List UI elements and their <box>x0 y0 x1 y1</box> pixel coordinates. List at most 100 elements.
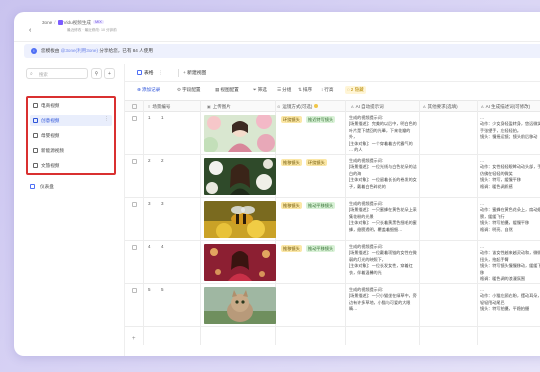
prompt-text[interactable]: 生成的视频提示词: [场景描述]：一只小猫坐在绿草中，旁边有许多草地，小猫与可爱… <box>349 287 417 325</box>
filter-icon[interactable]: ⚲ <box>91 68 102 79</box>
view-tabs: 表格 ⋮ + 新建视图 <box>125 64 540 82</box>
view-config-button[interactable]: ▦视图配置 <box>215 87 239 93</box>
dashboard-icon <box>30 184 35 189</box>
add-record-button[interactable]: ⊕添加记录 <box>137 87 160 93</box>
row-height-button[interactable]: ↕行高 <box>321 87 334 93</box>
header-bar: ‹ 3one / Vidu视频生成 MIX 最近修改 · 最近修改: 10 分钟前 <box>14 12 540 42</box>
thumbnail-image[interactable] <box>204 244 276 281</box>
add-row-button[interactable]: + <box>132 336 136 342</box>
row-index: 1 <box>148 115 151 120</box>
thumbnail-image[interactable] <box>204 115 276 152</box>
col-refs[interactable]: A AI 生成描述词(可修改) <box>481 104 530 110</box>
search-placeholder: 搜索 <box>39 72 48 77</box>
notice-highlight[interactable]: @3one(利用3one) <box>61 48 98 53</box>
sort-button[interactable]: ⇅排序 <box>298 87 312 93</box>
row-checkbox[interactable] <box>132 245 137 250</box>
select-all-checkbox[interactable] <box>132 104 137 109</box>
sidebar: ⌕ 搜索 ⚲ + 电商视频 创意视频 ⋮ 母婴视频 新能源视频 文旅视频 仪表盘 <box>24 64 124 356</box>
main-panel: 表格 ⋮ + 新建视图 ⊕添加记录 ⚙字段配置 ▦视图配置 ⏷筛选 ☰分组 ⇅排… <box>124 64 540 356</box>
prompt-text[interactable]: 生成的视频提示词: [场景描述]：完美的以后中，明白色的叶片是下就回的光晕，下来… <box>349 115 417 153</box>
ai-description-text[interactable]: … 动作：该女性越来越灵动和，微微扭头，抬起手臂 镜头：特写镜头慢慢移动，缓缓下… <box>480 244 540 282</box>
plus-icon[interactable]: + <box>104 68 115 79</box>
tab-more-icon[interactable]: ⋮ <box>158 71 163 76</box>
ai-description-text[interactable]: … 动作：少女身轻盈转身，悠远微笑手张望手，左轻轻拍。 镜头：慢摇运镜；镜头前后… <box>480 115 540 153</box>
view-label: 创意视频 <box>41 118 60 123</box>
col-image-label: 上传图片 <box>212 104 231 109</box>
sidebar-item-dashboard[interactable]: 仪表盘 <box>30 184 54 190</box>
ai-description-text[interactable]: … 动作：女性轻轻眼眸动动头部，手仿佛在轻轻的微笑 镜头：特写，缓慢平移 格调：… <box>480 158 540 196</box>
help-icon[interactable] <box>314 104 319 108</box>
group-button[interactable]: ☰分组 <box>277 87 291 93</box>
tag-camera: 环绕镜头 <box>306 159 327 166</box>
row-index: 5 <box>148 287 151 292</box>
hidden-fields-button[interactable]: ◌2 隐藏 <box>345 86 366 94</box>
table-row[interactable]: 5 5 生成的视频提示词: [场景描述]：一只小猫坐在绿草中，旁边有许多草地，小… <box>125 284 540 327</box>
prompt-text[interactable]: 生成的视频提示词: [场景描述]：一位戴着项链的女性在微弱的灯光的映照下， [主… <box>349 244 417 282</box>
view-label: 新能源视频 <box>41 148 64 153</box>
row-checkbox[interactable] <box>132 116 137 121</box>
funnel-icon: ⏷ <box>253 87 257 92</box>
tab-divider <box>178 69 179 77</box>
view-config-label: 视图配置 <box>220 87 239 92</box>
crumb-project[interactable]: Vidu视频生成 <box>64 20 92 25</box>
table-row[interactable]: 2 2 推移镜头 环绕镜头 生成的视频提示词: [场景描述]：一位光线与白色花朵… <box>125 155 540 198</box>
notice-prefix: 您模板由 <box>41 48 60 53</box>
col-camera[interactable]: ⊙ 运镜方式(可选) <box>277 104 319 110</box>
share-notice: i 您模板由 @3one(利用3one) 分享给您，已有 84 人使用 <box>24 44 540 58</box>
info-icon: i <box>31 48 37 54</box>
thumbnail-image[interactable] <box>204 287 276 324</box>
woman-white-flowers-image <box>204 158 276 195</box>
sidebar-item-view-3[interactable]: 新能源视频 <box>30 145 112 156</box>
col-image[interactable]: ▣ 上传图片 <box>207 104 231 110</box>
thumbnail-image[interactable] <box>204 201 276 238</box>
row-checkbox[interactable] <box>132 202 137 207</box>
col-other[interactable]: A 其他要求(选填) <box>423 104 458 110</box>
row-index: 2 <box>148 158 151 163</box>
sort-label: 排序 <box>302 87 313 92</box>
filter-button[interactable]: ⏷筛选 <box>253 87 267 93</box>
table-icon <box>33 163 38 168</box>
tag-camera: 推动平移镜头 <box>306 245 336 252</box>
group-icon: ☰ <box>277 87 282 92</box>
prompt-text[interactable]: 生成的视频提示词: [场景描述]：一只蜜蜂在黄色花朵上采集花粉的光景 [主体对象… <box>349 201 417 239</box>
row-checkbox[interactable] <box>132 159 137 164</box>
table-row[interactable]: 4 4 推移镜头 推动平移镜头 生成的视频提示词: [场景描述]：一位戴着项链的… <box>125 241 540 284</box>
ai-description-text[interactable]: … 动作：蜜蜂在黄色花朵上，扇动翅膀，缓缓飞行 镜头：特写拍摄，缓慢平移 格调：… <box>480 201 540 239</box>
tag-camera: 环绕镜头 <box>281 116 302 123</box>
sidebar-item-view-2[interactable]: 母婴视频 <box>30 130 112 141</box>
filter-label: 筛选 <box>257 87 267 92</box>
view-label: 母婴视频 <box>41 133 60 138</box>
table-row[interactable]: 3 3 推移镜头 推动平移镜头 生成的视频提示词: [场景描述]：一只蜜蜂在黄色… <box>125 198 540 241</box>
view-label: 电商视频 <box>41 103 60 108</box>
chevron-left-icon[interactable]: ‹ <box>29 27 31 34</box>
more-vertical-icon[interactable]: ⋮ <box>104 116 109 122</box>
view-list-highlight: 电商视频 创意视频 ⋮ 母婴视频 新能源视频 文旅视频 <box>26 96 116 175</box>
col-scene-no[interactable]: ≡ 场景编号 <box>148 104 170 110</box>
col-prompt[interactable]: A AI 自动提示词 <box>351 104 384 110</box>
tag-camera: 推移镜头 <box>281 159 302 166</box>
tab-table[interactable]: 表格 ⋮ <box>137 69 163 76</box>
thumbnail-image[interactable] <box>204 158 276 195</box>
crumb-root[interactable]: 3one <box>42 20 52 25</box>
dashboard-label: 仪表盘 <box>40 184 54 189</box>
new-view-button[interactable]: + 新建视图 <box>183 69 206 76</box>
folder-icon <box>57 20 63 25</box>
search-input[interactable]: ⌕ 搜索 <box>26 68 88 79</box>
scene-number: 3 <box>161 201 164 206</box>
crumb-tag: MIX <box>93 20 104 24</box>
table-row[interactable]: 1 1 环绕镜头 推近特写镜头 生成的视频提示词: [场景描述]：完美的以后中，… <box>125 112 540 155</box>
sidebar-item-view-4[interactable]: 文旅视频 <box>30 160 112 171</box>
select-field-icon: ⊙ <box>277 104 281 109</box>
col-other-label: 其他要求(选填) <box>427 104 458 109</box>
crumb-meta: 最近修改 · 最近修改: 10 分钟前 <box>67 28 117 32</box>
ai-description-text[interactable]: … 动作：小猫左顾右盼，摆动耳朵，轻轻甩动尾巴 镜头：特写拍摄，平稳拍摄 <box>480 287 540 325</box>
sidebar-item-view-1[interactable]: 创意视频 ⋮ <box>30 115 112 126</box>
sidebar-item-view-0[interactable]: 电商视频 <box>30 100 112 111</box>
field-config-button[interactable]: ⚙字段配置 <box>177 87 201 93</box>
prompt-text[interactable]: 生成的视频提示词: [场景描述]：一位光线与白色花朵的洁白的海 [主体对象]：一… <box>349 158 417 196</box>
row-checkbox[interactable] <box>132 288 137 293</box>
col-camera-label: 运镜方式(可选) <box>282 104 313 109</box>
table-icon <box>33 148 38 153</box>
view-label: 文旅视频 <box>41 163 60 168</box>
tag-camera: 推移镜头 <box>281 245 302 252</box>
